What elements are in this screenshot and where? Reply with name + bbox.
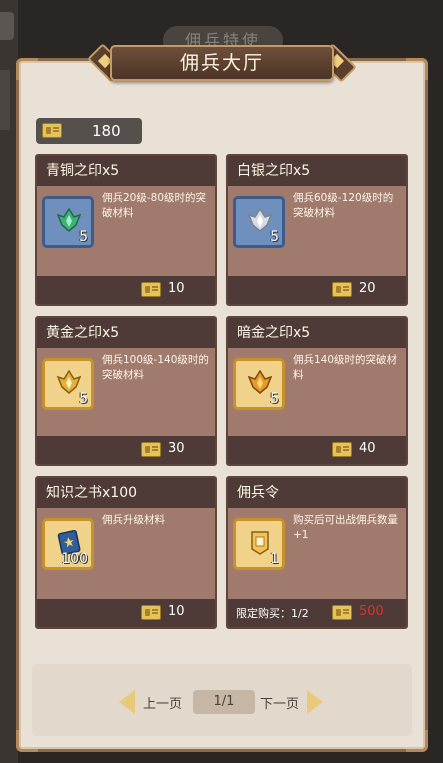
ticket-icon xyxy=(42,123,62,138)
item-price: 10 xyxy=(168,604,185,619)
item-price-bar: 30 xyxy=(37,436,215,464)
gold-seal-icon: 5 xyxy=(42,358,94,410)
item-quantity: 5 xyxy=(270,391,279,407)
shop-item-gold-seal[interactable]: 黄金之印x5 5 佣兵100级-140级时的突破材料 30 xyxy=(35,316,217,466)
item-description: 佣兵140级时的突破材料 xyxy=(293,354,398,381)
ticket-icon xyxy=(332,282,352,297)
ticket-icon xyxy=(332,442,352,457)
item-quantity: 5 xyxy=(79,229,88,245)
purchase-limit: 限定购买：1/2 xyxy=(236,607,309,620)
background-tab-2 xyxy=(0,70,10,130)
item-quantity: 1 xyxy=(270,551,279,567)
shop-item-bronze-seal[interactable]: 青铜之印x5 5 佣兵20级-80级时的突破材料 10 xyxy=(35,154,217,306)
mercenary-token-icon: 1 xyxy=(233,518,285,570)
item-price: 40 xyxy=(359,441,376,456)
page-title: 佣兵大厅 xyxy=(110,45,334,81)
item-price-bar: 限定购买：1/2 500 xyxy=(228,599,406,627)
shop-item-mercenary-token[interactable]: 佣兵令 1 购买后可出战佣兵数量+1 限定购买：1/2 500 xyxy=(226,476,408,629)
next-arrow-icon[interactable] xyxy=(307,690,323,714)
prev-page-button[interactable]: 上一页 xyxy=(143,693,182,712)
item-name: 佣兵令 xyxy=(228,478,406,508)
bronze-seal-icon: 5 xyxy=(42,196,94,248)
item-price-bar: 20 xyxy=(228,276,406,304)
currency-balance: 180 xyxy=(36,118,142,144)
ticket-icon xyxy=(141,282,161,297)
item-price: 30 xyxy=(168,441,185,456)
item-name: 暗金之印x5 xyxy=(228,318,406,348)
shop-item-silver-seal[interactable]: 白银之印x5 5 佣兵60级-120级时的突破材料 20 xyxy=(226,154,408,306)
item-description: 佣兵20级-80级时的突破材料 xyxy=(102,192,207,219)
item-name: 白银之印x5 xyxy=(228,156,406,186)
item-price: 20 xyxy=(359,281,376,296)
item-description: 购买后可出战佣兵数量+1 xyxy=(293,514,398,541)
dark-gold-seal-icon: 5 xyxy=(233,358,285,410)
item-description: 佣兵升级材料 xyxy=(102,514,165,526)
next-page-button[interactable]: 下一页 xyxy=(260,693,299,712)
item-price-bar: 40 xyxy=(228,436,406,464)
item-price: 10 xyxy=(168,281,185,296)
item-description: 佣兵60级-120级时的突破材料 xyxy=(293,192,394,219)
pagination: 上一页 1/1 下一页 xyxy=(119,687,329,717)
shop-item-dark-gold-seal[interactable]: 暗金之印x5 5 佣兵140级时的突破材料 40 xyxy=(226,316,408,466)
item-name: 青铜之印x5 xyxy=(37,156,215,186)
item-price: 500 xyxy=(359,604,384,619)
silver-seal-icon: 5 xyxy=(233,196,285,248)
ticket-icon xyxy=(141,442,161,457)
item-name: 知识之书x100 xyxy=(37,478,215,508)
item-price-bar: 10 xyxy=(37,599,215,627)
background-tab xyxy=(0,12,14,40)
prev-arrow-icon[interactable] xyxy=(119,690,135,714)
currency-amount: 180 xyxy=(92,122,121,140)
item-quantity: 5 xyxy=(79,391,88,407)
item-quantity: 5 xyxy=(270,229,279,245)
shop-item-knowledge-book[interactable]: 知识之书x100 100 佣兵升级材料 10 xyxy=(35,476,217,629)
item-name: 黄金之印x5 xyxy=(37,318,215,348)
page-indicator: 1/1 xyxy=(193,690,255,714)
item-quantity: 100 xyxy=(61,551,88,567)
knowledge-book-icon: 100 xyxy=(42,518,94,570)
frame-corner xyxy=(16,58,38,80)
item-description: 佣兵100级-140级时的突破材料 xyxy=(102,354,209,381)
ticket-icon xyxy=(332,605,352,620)
ticket-icon xyxy=(141,605,161,620)
item-price-bar: 10 xyxy=(37,276,215,304)
frame-corner xyxy=(406,58,428,80)
